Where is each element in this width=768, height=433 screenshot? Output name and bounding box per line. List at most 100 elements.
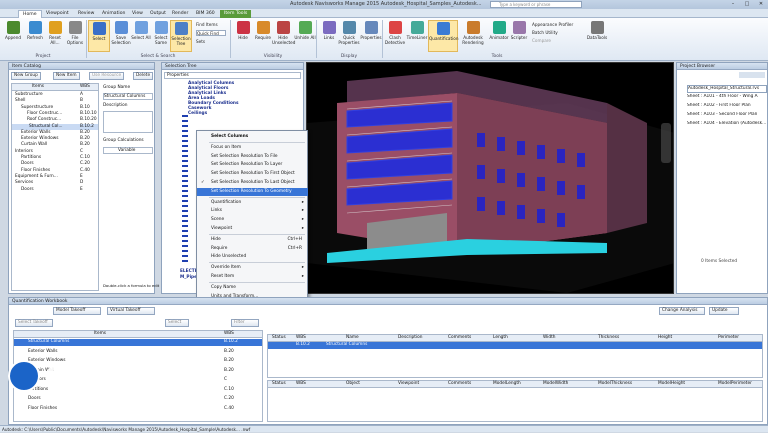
find-items-button[interactable]: Find Items: [196, 22, 218, 28]
batch-utility-button[interactable]: Batch Utility: [532, 30, 558, 36]
compare-button[interactable]: Compare: [532, 38, 551, 44]
catalog-row[interactable]: Doors E: [12, 187, 98, 193]
properties-button[interactable]: Properties: [360, 20, 382, 52]
tab-view[interactable]: View: [128, 10, 147, 18]
links-button[interactable]: Links: [318, 20, 340, 52]
update-button[interactable]: Update: [709, 307, 739, 315]
delete-button[interactable]: Delete: [133, 72, 154, 80]
description-field[interactable]: [103, 111, 153, 133]
quick-find-input[interactable]: Quick Find: [196, 30, 226, 36]
view-toggle-buttons[interactable]: [739, 72, 765, 78]
appearance-profiler-button[interactable]: Appearance Profiler: [532, 22, 573, 28]
tab-review[interactable]: Review: [74, 10, 98, 18]
navigation-bar[interactable]: [661, 123, 671, 163]
help-search-input[interactable]: Type a keyword or phrase: [490, 1, 582, 8]
menu-item[interactable]: Copy Name: [197, 284, 308, 292]
qtree-row[interactable]: Exterior Walls B.20: [14, 349, 262, 356]
menu-item[interactable]: Set Selection Resolution To Geometry: [197, 187, 308, 197]
menu-item[interactable]: Set Selection Resolution To First Object: [197, 170, 308, 178]
maximize-button[interactable]: □: [742, 1, 752, 8]
catalog-row[interactable]: Roof Construc... B.10.20: [12, 117, 98, 123]
reset-all-button[interactable]: Reset All...: [44, 20, 66, 52]
tab-home[interactable]: Home: [18, 10, 42, 18]
file-options-button[interactable]: File Options: [64, 20, 86, 52]
quick-properties-button[interactable]: Quick Properties: [338, 20, 360, 52]
select-all-button[interactable]: Select All: [130, 20, 152, 52]
hide-unselected-button[interactable]: Hide Unselected: [272, 20, 295, 52]
catalog-row[interactable]: Superstructure B.10: [12, 105, 98, 111]
selection-tree-button[interactable]: Selection Tree: [170, 20, 192, 52]
tab-output[interactable]: Output: [146, 10, 170, 18]
tree-item[interactable]: Ceilings: [188, 111, 207, 117]
catalog-row[interactable]: Exterior Walls B.20: [12, 130, 98, 136]
animator-button[interactable]: Animator: [488, 20, 510, 52]
close-button[interactable]: ✕: [756, 1, 766, 8]
menu-item[interactable]: Quantification ▸: [197, 199, 308, 207]
menu-item[interactable]: Require Ctrl+R: [197, 245, 308, 253]
catalog-row[interactable]: Curtain Wall B.20: [12, 142, 98, 148]
menu-item[interactable]: Set Selection Resolution To File: [197, 153, 308, 161]
tab-viewpoint[interactable]: Viewpoint: [42, 10, 73, 18]
append-button[interactable]: Append: [2, 20, 24, 52]
sets-dropdown[interactable]: Sets: [196, 39, 205, 45]
project-browser-item[interactable]: Sheet : A101 - 4th Floor - Wing A: [687, 94, 767, 100]
menu-item[interactable]: Focus on Item: [197, 144, 308, 152]
tab-bim360[interactable]: BIM 360: [192, 10, 219, 18]
datatools-button[interactable]: DataTools: [584, 20, 610, 52]
selection-tree-mode-select[interactable]: Properties: [164, 72, 301, 79]
refresh-button[interactable]: Refresh: [24, 20, 46, 52]
group-calculations-select[interactable]: Variable: [103, 147, 153, 154]
qtree-row[interactable]: Structural Columns B.10.2: [14, 339, 262, 346]
select-same-button[interactable]: Select Same: [150, 20, 172, 52]
filter-button[interactable]: Filter: [231, 319, 259, 327]
takeoff-grid-row[interactable]: B.10.2 Structural Columns: [268, 342, 762, 349]
menu-item[interactable]: Reset Item ▸: [197, 273, 308, 281]
project-browser-item[interactable]: Sheet : A104 - Elevation (Autodesk...: [687, 121, 767, 127]
menu-item[interactable]: Set Selection Resolution To Last Object ✓: [197, 179, 308, 187]
project-browser-item[interactable]: Autodesk_Hospital_Structural.rvs: [687, 85, 767, 93]
unhide-all-button[interactable]: Unhide All: [294, 20, 316, 52]
menu-item[interactable]: Set Selection Resolution To Layer: [197, 161, 308, 169]
catalog-row[interactable]: Doors C.20: [12, 161, 98, 167]
timeliner-button[interactable]: TimeLiner: [406, 20, 428, 52]
menu-item[interactable]: Select Columns: [197, 133, 308, 141]
virtual-takeoff-button[interactable]: Virtual Takeoff: [107, 307, 155, 315]
new-group-button[interactable]: New Group: [11, 72, 41, 80]
save-selection-button[interactable]: Save Selection: [110, 20, 132, 52]
hide-button[interactable]: Hide: [232, 20, 254, 52]
tab-render[interactable]: Render: [168, 10, 192, 18]
autodesk-rendering-button[interactable]: Autodesk Rendering: [460, 20, 486, 52]
select-button[interactable]: Select: [88, 20, 110, 52]
group-name-input[interactable]: Structural Columns: [103, 93, 153, 100]
catalog-row[interactable]: Floor Finishes C.40: [12, 168, 98, 174]
catalog-row[interactable]: Shell B: [12, 98, 98, 104]
project-browser-item[interactable]: Sheet : A103 - Second Floor Plan: [687, 112, 767, 118]
new-item-button[interactable]: New Item: [53, 72, 80, 80]
select-takeoff-button[interactable]: Select Takeoff: [15, 319, 53, 327]
minimize-button[interactable]: –: [728, 1, 738, 8]
tab-item-tools[interactable]: Item Tools: [220, 10, 252, 18]
clash-detective-button[interactable]: Clash Detective: [384, 20, 406, 52]
scripter-button[interactable]: Scripter: [508, 20, 530, 52]
catalog-row[interactable]: Structural Col... B.10.2: [12, 123, 98, 130]
tab-animation[interactable]: Animation: [98, 10, 129, 18]
use-resource-button[interactable]: Use Resource: [89, 72, 125, 80]
3d-viewport[interactable]: [306, 62, 674, 294]
project-browser-item[interactable]: Sheet : A102 - First Floor Plan: [687, 103, 767, 109]
change-analysis-button[interactable]: Change Analysis: [659, 307, 705, 315]
qtree-row[interactable]: Floor Finishes C.40: [14, 406, 262, 413]
menu-item[interactable]: Viewpoint ▸: [197, 225, 308, 233]
menu-item[interactable]: Scene ▸: [197, 216, 308, 224]
quantification-button[interactable]: Quantification: [428, 20, 459, 52]
model-takeoff-button[interactable]: Model Takeoff: [53, 307, 101, 315]
catalog-row[interactable]: Services D: [12, 180, 98, 186]
menu-item[interactable]: Links ▸: [197, 207, 308, 215]
catalog-row[interactable]: Floor Construc... B.10.10: [12, 111, 98, 117]
menu-item[interactable]: Hide Ctrl+H: [197, 236, 308, 244]
catalog-row[interactable]: Equipment & Furn... E: [12, 174, 98, 180]
select-button-2[interactable]: Select: [165, 319, 189, 327]
require-button[interactable]: Require: [252, 20, 274, 52]
menu-item[interactable]: Hide Unselected: [197, 253, 308, 261]
menu-item[interactable]: Override Item ▸: [197, 264, 308, 272]
catalog-row[interactable]: Interiors C: [12, 149, 98, 155]
